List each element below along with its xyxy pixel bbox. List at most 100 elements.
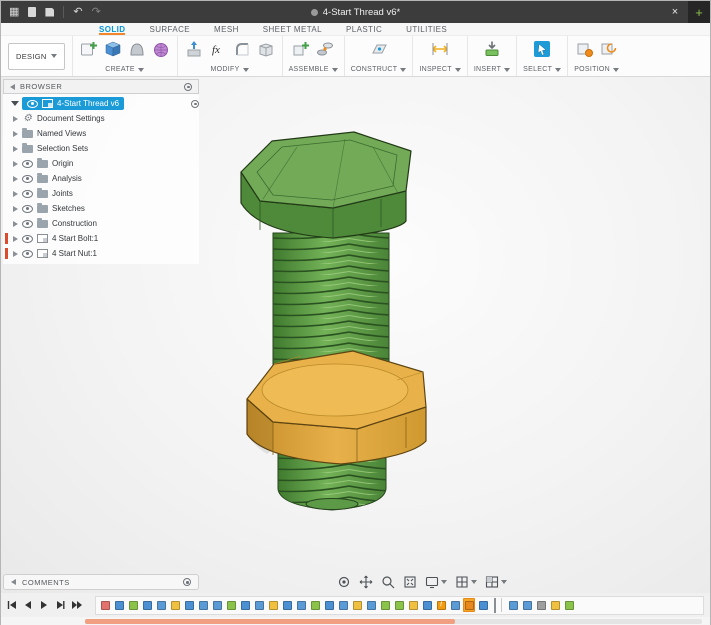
- joint-feature-icon[interactable]: [507, 598, 519, 612]
- chamfer-feature-icon[interactable]: [549, 598, 561, 612]
- 3d-viewport[interactable]: BROWSER 4-Start Thread v6: [1, 77, 710, 593]
- create-form-button[interactable]: [151, 39, 171, 59]
- save-icon[interactable]: [45, 8, 54, 17]
- collapse-panel-icon[interactable]: [11, 579, 16, 585]
- browser-item-named-views[interactable]: Named Views: [3, 126, 199, 141]
- timeline-position-marker[interactable]: [494, 598, 496, 613]
- fillet-button[interactable]: [232, 39, 252, 59]
- visibility-eye-icon[interactable]: [22, 190, 33, 198]
- grid-display-icon[interactable]: [455, 575, 477, 589]
- coil-feature-icon[interactable]: [379, 598, 391, 612]
- joint-feature-icon[interactable]: [521, 598, 533, 612]
- sketch-feature-icon[interactable]: [183, 598, 195, 612]
- extrude-feature-icon[interactable]: [365, 598, 377, 612]
- display-settings-icon[interactable]: [425, 575, 447, 589]
- zoom-icon[interactable]: [381, 575, 395, 589]
- visibility-eye-icon[interactable]: [22, 250, 33, 258]
- browser-item-sketches[interactable]: Sketches: [3, 201, 199, 216]
- joint-button[interactable]: [315, 39, 335, 59]
- visibility-eye-icon[interactable]: [22, 160, 33, 168]
- measure-button[interactable]: [430, 39, 450, 59]
- step-back-button[interactable]: [23, 600, 33, 610]
- extrude-feature-icon[interactable]: [295, 598, 307, 612]
- construction-plane-button[interactable]: [369, 39, 389, 59]
- browser-item-construction[interactable]: Construction: [3, 216, 199, 231]
- extrude-feature-icon[interactable]: [197, 598, 209, 612]
- timeline-strip[interactable]: !: [95, 596, 704, 615]
- extrude-feature-icon[interactable]: [337, 598, 349, 612]
- expander-icon[interactable]: [13, 251, 18, 257]
- coil-feature-icon[interactable]: [309, 598, 321, 612]
- capture-position-button[interactable]: [575, 39, 595, 59]
- expander-icon[interactable]: [13, 161, 18, 167]
- play-button[interactable]: [39, 600, 49, 610]
- chamfer-feature-icon[interactable]: [169, 598, 181, 612]
- app-grid-icon[interactable]: ▦: [9, 7, 19, 18]
- browser-item-document-settings[interactable]: Document Settings: [3, 111, 199, 126]
- ribbon-tab[interactable]: PLASTIC: [346, 23, 382, 35]
- sketch-feature-icon[interactable]: [281, 598, 293, 612]
- timeline-scrollbar-thumb[interactable]: [85, 619, 455, 624]
- expander-icon[interactable]: [13, 116, 18, 122]
- coil-feature-icon[interactable]: [127, 598, 139, 612]
- orbit-icon[interactable]: [337, 575, 351, 589]
- go-to-end-button[interactable]: [71, 600, 83, 610]
- rigid-group-feature-icon[interactable]: [535, 598, 547, 612]
- revolve-feature-icon[interactable]: [211, 598, 223, 612]
- comments-bar[interactable]: COMMENTS: [3, 574, 199, 590]
- redo-icon[interactable]: ↷: [92, 7, 101, 18]
- browser-item-selection-sets[interactable]: Selection Sets: [3, 141, 199, 156]
- expander-icon[interactable]: [13, 221, 18, 227]
- ribbon-tab[interactable]: MESH: [214, 23, 239, 35]
- browser-item-4-start-bolt[interactable]: 4 Start Bolt:1: [3, 231, 199, 246]
- sketch-feature-icon[interactable]: [239, 598, 251, 612]
- visibility-eye-icon[interactable]: [22, 235, 33, 243]
- pan-icon[interactable]: [359, 575, 373, 589]
- expander-icon[interactable]: [13, 236, 18, 242]
- timeline-scrollbar[interactable]: [85, 619, 702, 624]
- sketch-feature-icon[interactable]: [421, 598, 433, 612]
- sketch-feature-icon[interactable]: [323, 598, 335, 612]
- change-parameters-button[interactable]: fx: [208, 39, 228, 59]
- insert-button[interactable]: [482, 39, 502, 59]
- close-document-button[interactable]: ×: [662, 1, 688, 23]
- panel-options-icon[interactable]: [184, 83, 192, 91]
- ribbon-tab[interactable]: SOLID: [99, 23, 125, 35]
- expander-icon[interactable]: [13, 206, 18, 212]
- chamfer-feature-icon[interactable]: [351, 598, 363, 612]
- create-revolve-button[interactable]: [127, 39, 147, 59]
- active-component-chip[interactable]: 4-Start Thread v6: [22, 97, 124, 110]
- position-menu-button[interactable]: POSITION: [574, 66, 619, 74]
- ribbon-tab[interactable]: UTILITIES: [406, 23, 447, 35]
- collapse-panel-icon[interactable]: [10, 84, 15, 90]
- assemble-menu-button[interactable]: ASSEMBLE: [289, 66, 338, 74]
- fit-view-icon[interactable]: [403, 575, 417, 589]
- thread-feature-icon[interactable]: [463, 598, 475, 612]
- ribbon-tab[interactable]: SHEET METAL: [263, 23, 322, 35]
- ribbon-tab[interactable]: SURFACE: [149, 23, 190, 35]
- new-tab-button[interactable]: +: [688, 1, 710, 23]
- expander-icon[interactable]: [13, 191, 18, 197]
- sketch-feature-icon[interactable]: [113, 598, 125, 612]
- modify-menu-button[interactable]: MODIFY: [184, 66, 276, 74]
- coil-feature-icon[interactable]: [225, 598, 237, 612]
- extrude-feature-icon[interactable]: [253, 598, 265, 612]
- undo-icon[interactable]: ↶: [73, 7, 82, 18]
- browser-item-4-start-nut[interactable]: 4 Start Nut:1: [3, 246, 199, 261]
- warning-feature-icon[interactable]: !: [435, 598, 447, 612]
- chamfer-feature-icon[interactable]: [407, 598, 419, 612]
- shell-button[interactable]: [256, 39, 276, 59]
- sketch-feature-icon[interactable]: [141, 598, 153, 612]
- chamfer-feature-icon[interactable]: [267, 598, 279, 612]
- create-extrude-button[interactable]: [103, 39, 123, 59]
- extrude-feature-icon[interactable]: [155, 598, 167, 612]
- panel-options-icon[interactable]: [183, 578, 191, 586]
- activate-component-radio-icon[interactable]: [191, 100, 199, 108]
- go-to-start-button[interactable]: [7, 600, 17, 610]
- press-pull-button[interactable]: [184, 39, 204, 59]
- revert-position-button[interactable]: [599, 39, 619, 59]
- select-button[interactable]: [532, 39, 552, 59]
- inspect-menu-button[interactable]: INSPECT: [419, 66, 460, 74]
- expander-icon[interactable]: [13, 146, 18, 152]
- expander-icon[interactable]: [13, 131, 18, 137]
